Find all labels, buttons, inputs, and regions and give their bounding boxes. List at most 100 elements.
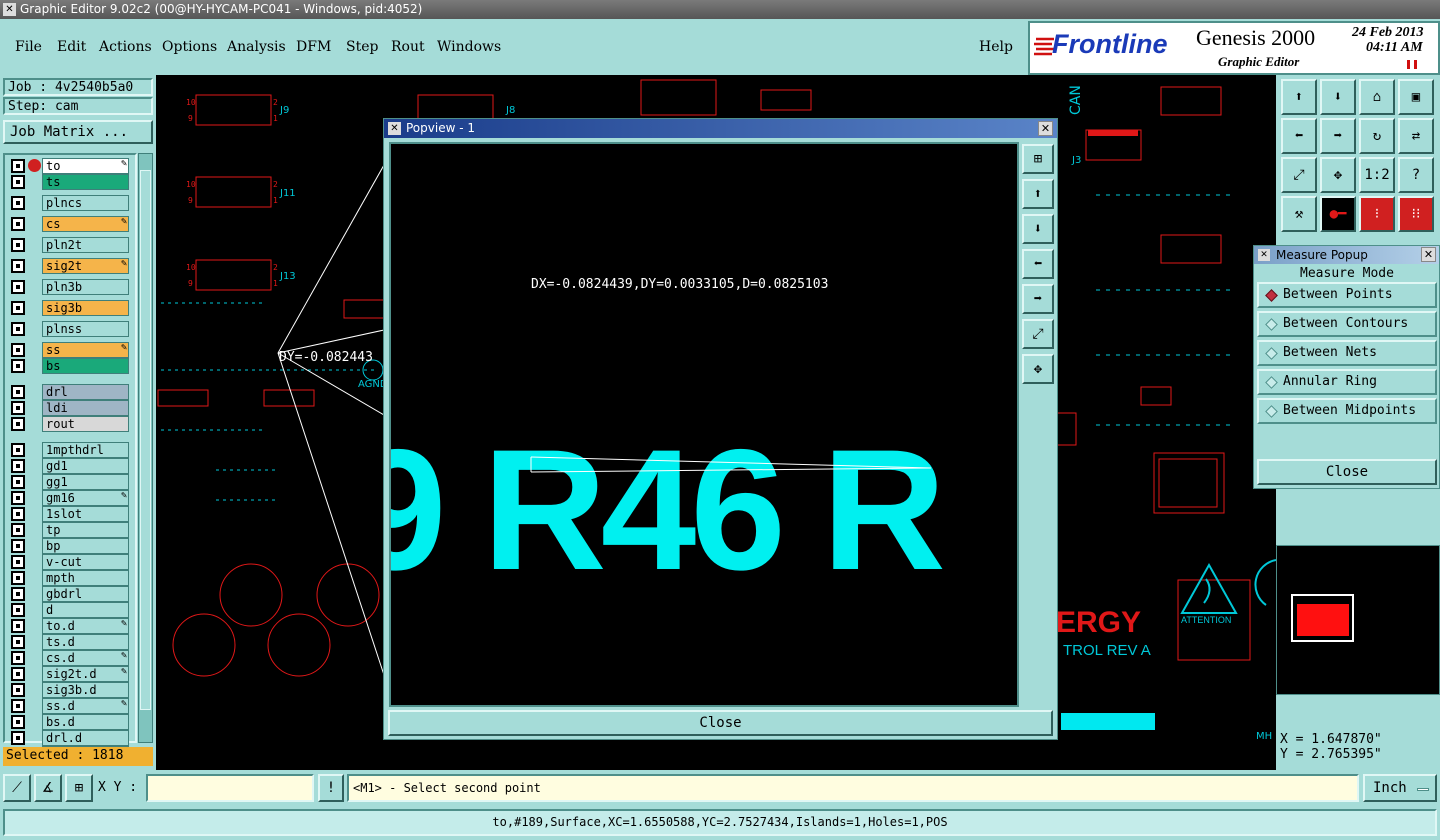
layer-row-cs.d[interactable]: cs.d ✎ xyxy=(11,650,131,666)
layer-checkbox[interactable] xyxy=(11,523,25,537)
layer-row-d[interactable]: d xyxy=(11,602,131,618)
layer-name[interactable]: plncs xyxy=(42,195,129,211)
job-matrix-button[interactable]: Job Matrix ... xyxy=(3,120,153,144)
home-icon[interactable]: ⌂ xyxy=(1359,79,1395,115)
layer-checkbox[interactable] xyxy=(11,322,25,336)
layer-name[interactable]: rout xyxy=(42,416,129,432)
layer-row-v-cut[interactable]: v-cut xyxy=(11,554,131,570)
layer-checkbox[interactable] xyxy=(11,259,25,273)
menu-step[interactable]: Step xyxy=(346,39,378,55)
layer-checkbox[interactable] xyxy=(11,175,25,189)
layer-checkbox[interactable] xyxy=(11,343,25,357)
layer-row-gm16[interactable]: gm16 ✎ xyxy=(11,490,131,506)
layer-checkbox[interactable] xyxy=(11,635,25,649)
overview-map[interactable] xyxy=(1276,545,1440,695)
layer-name[interactable]: bs.d xyxy=(42,714,129,730)
option-between-midpoints[interactable]: Between Midpoints xyxy=(1257,398,1437,424)
layer-name[interactable]: to.d xyxy=(42,618,129,634)
layer-row-sig2t[interactable]: sig2t ✎ xyxy=(11,258,131,274)
layer-scrollbar[interactable] xyxy=(138,153,153,743)
layer-checkbox[interactable] xyxy=(11,555,25,569)
layer-row-1slot[interactable]: 1slot xyxy=(11,506,131,522)
layer-checkbox[interactable] xyxy=(11,731,25,745)
layer-name[interactable]: gm16 xyxy=(42,490,129,506)
layer-name[interactable]: pln2t xyxy=(42,237,129,253)
layer-row-sig2t.d[interactable]: sig2t.d ✎ xyxy=(11,666,131,682)
layer-row-ss[interactable]: ss ✎ xyxy=(11,342,131,358)
close-icon[interactable]: ✕ xyxy=(1038,121,1053,136)
menu-options[interactable]: Options xyxy=(162,39,217,55)
layer-checkbox[interactable] xyxy=(11,491,25,505)
layer-checkbox[interactable] xyxy=(11,715,25,729)
layer-row-bp[interactable]: bp xyxy=(11,538,131,554)
help-icon[interactable]: ? xyxy=(1398,157,1434,193)
layer-name[interactable]: tp xyxy=(42,522,129,538)
layer-row-ts[interactable]: ts xyxy=(11,174,131,190)
alert-icon[interactable]: ! xyxy=(318,774,344,802)
layer-name[interactable]: ss.d xyxy=(42,698,129,714)
layer-name[interactable]: to xyxy=(42,158,129,174)
net-icon[interactable]: ⁝ xyxy=(1359,196,1395,232)
layer-checkbox[interactable] xyxy=(11,699,25,713)
layer-row-to[interactable]: to ✎ xyxy=(11,158,131,174)
snap-icon[interactable]: ∡ xyxy=(34,774,62,802)
option-between-points[interactable]: Between Points xyxy=(1257,282,1437,308)
layer-name[interactable]: 1mpthdrl xyxy=(42,442,129,458)
close-icon[interactable]: ✕ xyxy=(1421,247,1436,262)
fit-icon[interactable]: ⤢ xyxy=(1281,157,1317,193)
measure-icon[interactable]: ⟋ xyxy=(3,774,31,802)
layer-row-drl[interactable]: drl xyxy=(11,384,131,400)
menu-analysis[interactable]: Analysis xyxy=(227,39,286,55)
layer-row-pln3b[interactable]: pln3b xyxy=(11,279,131,295)
layer-name[interactable]: pln3b xyxy=(42,279,129,295)
layer-row-to.d[interactable]: to.d ✎ xyxy=(11,618,131,634)
rotate-icon[interactable]: ↻ xyxy=(1359,118,1395,154)
layer-row-bs.d[interactable]: bs.d xyxy=(11,714,131,730)
layer-name[interactable]: 1slot xyxy=(42,506,129,522)
layer-row-pln2t[interactable]: pln2t xyxy=(11,237,131,253)
layer-checkbox[interactable] xyxy=(11,359,25,373)
layer-checkbox[interactable] xyxy=(11,196,25,210)
layer-name[interactable]: cs xyxy=(42,216,129,232)
layer-name[interactable]: plnss xyxy=(42,321,129,337)
right-icon[interactable]: ➡ xyxy=(1320,118,1356,154)
menu-windows[interactable]: Windows xyxy=(437,39,501,55)
popview-canvas[interactable]: DX=-0.0824439,DY=0.0033105,D=0.0825103 9… xyxy=(389,142,1019,707)
layer-row-sig3b[interactable]: sig3b xyxy=(11,300,131,316)
layer-checkbox[interactable] xyxy=(11,571,25,585)
layer-checkbox[interactable] xyxy=(11,603,25,617)
layer-row-plnss[interactable]: plnss xyxy=(11,321,131,337)
layer-checkbox[interactable] xyxy=(11,539,25,553)
layer-checkbox[interactable] xyxy=(11,217,25,231)
layer-name[interactable]: ldi xyxy=(42,400,129,416)
menu-edit[interactable]: Edit xyxy=(57,39,86,55)
pan-down-icon[interactable]: ⬇ xyxy=(1022,214,1054,244)
layer-checkbox[interactable] xyxy=(11,385,25,399)
layer-checkbox[interactable] xyxy=(11,159,25,173)
layer-row-cs[interactable]: cs ✎ xyxy=(11,216,131,232)
layer-row-sig3b.d[interactable]: sig3b.d xyxy=(11,682,131,698)
layer-row-bs[interactable]: bs xyxy=(11,358,131,374)
layer-checkbox[interactable] xyxy=(11,443,25,457)
left-icon[interactable]: ⬅ xyxy=(1281,118,1317,154)
layer-name[interactable]: ts.d xyxy=(42,634,129,650)
layer-row-ss.d[interactable]: ss.d ✎ xyxy=(11,698,131,714)
option-between-nets[interactable]: Between Nets xyxy=(1257,340,1437,366)
layer-row-ts.d[interactable]: ts.d xyxy=(11,634,131,650)
layer-name[interactable]: gd1 xyxy=(42,458,129,474)
measure-close-button[interactable]: Close xyxy=(1257,459,1437,485)
zoom-in-icon[interactable]: ⊞ xyxy=(1022,144,1054,174)
swap-icon[interactable]: ⇄ xyxy=(1398,118,1434,154)
layer-name[interactable]: gg1 xyxy=(42,474,129,490)
layer-name[interactable]: ts xyxy=(42,174,129,190)
layer-row-mpth[interactable]: mpth xyxy=(11,570,131,586)
layer-checkbox[interactable] xyxy=(11,417,25,431)
up-icon[interactable]: ⬆ xyxy=(1281,79,1317,115)
pan-right-icon[interactable]: ➡ xyxy=(1022,284,1054,314)
pan-left-icon[interactable]: ⬅ xyxy=(1022,249,1054,279)
probe-icon[interactable]: ●━ xyxy=(1320,196,1356,232)
layer-name[interactable]: mpth xyxy=(42,570,129,586)
layer-name[interactable]: gbdrl xyxy=(42,586,129,602)
zoom-center-icon[interactable]: ✥ xyxy=(1022,354,1054,384)
layer-row-ldi[interactable]: ldi xyxy=(11,400,131,416)
